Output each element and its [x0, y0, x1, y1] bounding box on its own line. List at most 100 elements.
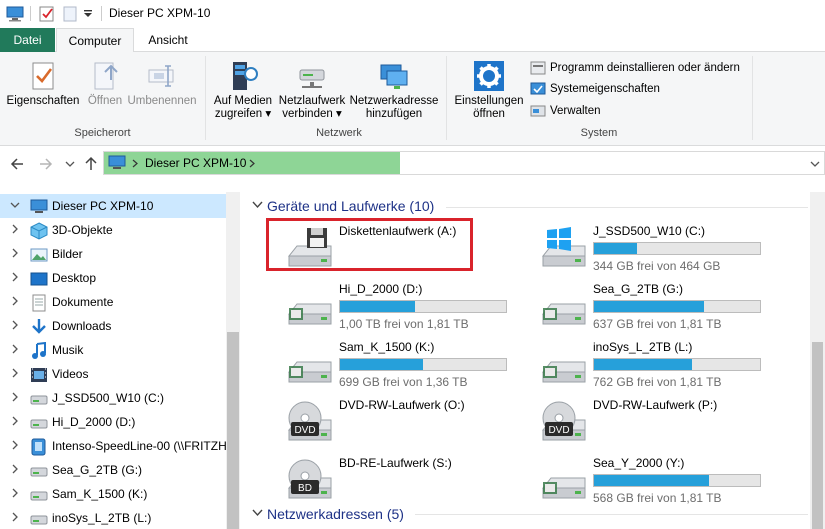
nav-item[interactable]: Dieser PC XPM-10: [0, 194, 226, 218]
drive-icon: [541, 477, 586, 499]
collapse-chevron-icon[interactable]: [252, 200, 263, 209]
nav-scrollbar[interactable]: [226, 192, 240, 529]
expand-chevron-right-icon[interactable]: [10, 320, 20, 330]
drive-tile[interactable]: J_SSD500_W10 (C:) 344 GB frei von 464 GB: [539, 222, 789, 276]
breadcrumb-dieser-pc[interactable]: Dieser PC XPM-10: [145, 156, 246, 170]
system-properties-icon: [530, 82, 546, 95]
oeffnen-button[interactable]: Öffnen: [84, 60, 126, 108]
tab-computer[interactable]: Computer: [56, 28, 134, 53]
drive-tile-icon: [539, 342, 589, 389]
verwalten-button[interactable]: Verwalten: [530, 102, 620, 120]
nav-item[interactable]: Intenso-SpeedLine-00 (\\FRITZH: [0, 434, 227, 458]
group-speicherort: Speicherort: [74, 127, 131, 139]
drive-tile[interactable]: Sea_G_2TB (G:) 637 GB frei von 1,81 TB: [539, 280, 789, 334]
drive-usage-bar: [593, 358, 761, 371]
programm-deinstallieren-button[interactable]: Programm deinstallieren oder ändern: [530, 59, 750, 77]
nav-item-label: Musik: [52, 343, 84, 357]
nav-item[interactable]: J_SSD500_W10 (C:): [0, 386, 226, 410]
nav-item[interactable]: Videos: [0, 362, 226, 386]
nav-item[interactable]: Hi_D_2000 (D:): [0, 410, 226, 434]
expand-chevron-right-icon[interactable]: [10, 464, 20, 474]
group-separator: [752, 56, 753, 140]
back-arrow-icon[interactable]: [10, 157, 24, 171]
drive-usage-fill: [594, 359, 692, 370]
recent-locations-chevron-icon[interactable]: [65, 160, 75, 168]
breadcrumb-chevron-icon[interactable]: [248, 159, 256, 168]
expand-chevron-right-icon[interactable]: [10, 512, 20, 522]
expand-chevron-right-icon[interactable]: [10, 368, 20, 378]
expand-chevron-right-icon[interactable]: [10, 488, 20, 498]
drive-tile[interactable]: BD BD-RE-Laufwerk (S:): [285, 454, 535, 508]
drive-icon: [287, 303, 332, 325]
expand-chevron-right-icon[interactable]: [10, 440, 20, 450]
section-divider: [415, 514, 808, 515]
nav-item[interactable]: inoSys_L_2TB (L:): [0, 506, 226, 529]
nav-item[interactable]: Downloads: [0, 314, 226, 338]
network-drive-icon: [299, 69, 325, 88]
expand-chevron-right-icon[interactable]: [10, 272, 20, 282]
nav-item[interactable]: Sea_G_2TB (G:): [0, 458, 226, 482]
uninstall-program-icon: [530, 61, 546, 75]
properties-icon[interactable]: [39, 6, 55, 22]
nav-scroll-thumb[interactable]: [227, 332, 239, 529]
content-scrollbar[interactable]: [810, 192, 825, 529]
drive-tile[interactable]: Sam_K_1500 (K:) 699 GB frei von 1,36 TB: [285, 338, 535, 392]
nav-item[interactable]: Sam_K_1500 (K:): [0, 482, 226, 506]
address-dropdown-chevron-icon[interactable]: [810, 160, 820, 168]
netzwerkadresse-label: Netzwerkadresse hinzufügen: [349, 95, 439, 120]
drive-name: DVD-RW-Laufwerk (O:): [339, 398, 465, 412]
address-bar[interactable]: Dieser PC XPM-10: [103, 151, 825, 175]
customize-quick-access-icon[interactable]: [83, 9, 93, 19]
nav-item[interactable]: Bilder: [0, 242, 226, 266]
eigenschaften-button[interactable]: Eigenschaften: [5, 60, 81, 108]
drive-tile-icon: DVD: [539, 400, 589, 447]
section-network-title: Netzwerkadressen (5): [267, 506, 404, 522]
window-title: Dieser PC XPM-10: [109, 6, 211, 20]
disc-label: BD: [298, 483, 312, 494]
drive-tile[interactable]: Sea_Y_2000 (Y:) 568 GB frei von 1,81 TB: [539, 454, 789, 508]
netzlaufwerk-label: Netzlaufwerk verbinden ▾: [278, 95, 346, 120]
nav-item[interactable]: 3D-Objekte: [0, 218, 226, 242]
einstellungen-oeffnen-button[interactable]: Einstellungen öffnen: [452, 60, 526, 121]
systemeigenschaften-button[interactable]: Systemeigenschaften: [530, 80, 670, 98]
drive-name: Sea_Y_2000 (Y:): [593, 456, 685, 470]
drive-usage-bar: [593, 242, 761, 255]
nav-item[interactable]: Dokumente: [0, 290, 226, 314]
breadcrumb-chevron-icon[interactable]: [131, 159, 139, 168]
expand-chevron-right-icon[interactable]: [10, 224, 20, 234]
expand-chevron-right-icon[interactable]: [10, 344, 20, 354]
network-drive-icon: [31, 438, 46, 456]
nav-item-label: Dieser PC XPM-10: [52, 199, 154, 213]
expand-chevron-right-icon[interactable]: [10, 248, 20, 258]
nav-item[interactable]: Musik: [0, 338, 226, 362]
nav-item[interactable]: Desktop: [0, 266, 226, 290]
drive-tile[interactable]: inoSys_L_2TB (L:) 762 GB frei von 1,81 TB: [539, 338, 789, 392]
drive-name: BD-RE-Laufwerk (S:): [339, 456, 452, 470]
expand-chevron-right-icon[interactable]: [10, 296, 20, 306]
new-folder-icon[interactable]: [62, 6, 78, 22]
tab-datei[interactable]: Datei: [0, 28, 55, 52]
drive-tile[interactable]: Hi_D_2000 (D:) 1,00 TB frei von 1,81 TB: [285, 280, 535, 334]
netzwerkadresse-hinzufuegen-button[interactable]: Netzwerkadresse hinzufügen: [348, 60, 440, 121]
3d-objects-icon: [30, 222, 48, 240]
content-scroll-thumb[interactable]: [812, 342, 823, 529]
drive-free-space: 344 GB frei von 464 GB: [593, 259, 721, 273]
collapse-chevron-icon[interactable]: [252, 508, 263, 517]
auf-medien-zugreifen-button[interactable]: Auf Medien zugreifen ▾: [210, 60, 276, 121]
forward-arrow-icon[interactable]: [39, 157, 53, 171]
section-devices-header[interactable]: Geräte und Laufwerke (10): [250, 194, 810, 218]
umbenennen-button[interactable]: Umbenennen: [126, 60, 198, 108]
expand-chevron-right-icon[interactable]: [10, 392, 20, 402]
drive-tile[interactable]: DVD DVD-RW-Laufwerk (P:): [539, 396, 789, 450]
expand-chevron-down-icon[interactable]: [10, 200, 20, 210]
up-arrow-icon[interactable]: [84, 156, 98, 171]
tab-ansicht[interactable]: Ansicht: [138, 28, 198, 52]
computer-icon[interactable]: [6, 6, 24, 22]
drive-icon: [30, 491, 48, 501]
expand-chevron-right-icon[interactable]: [10, 416, 20, 426]
highlight-box: [266, 218, 473, 271]
desktop-icon: [30, 272, 48, 286]
netzlaufwerk-verbinden-button[interactable]: Netzlaufwerk verbinden ▾: [277, 60, 347, 121]
nav-item-label: Desktop: [52, 271, 97, 285]
drive-tile[interactable]: DVD DVD-RW-Laufwerk (O:): [285, 396, 535, 450]
